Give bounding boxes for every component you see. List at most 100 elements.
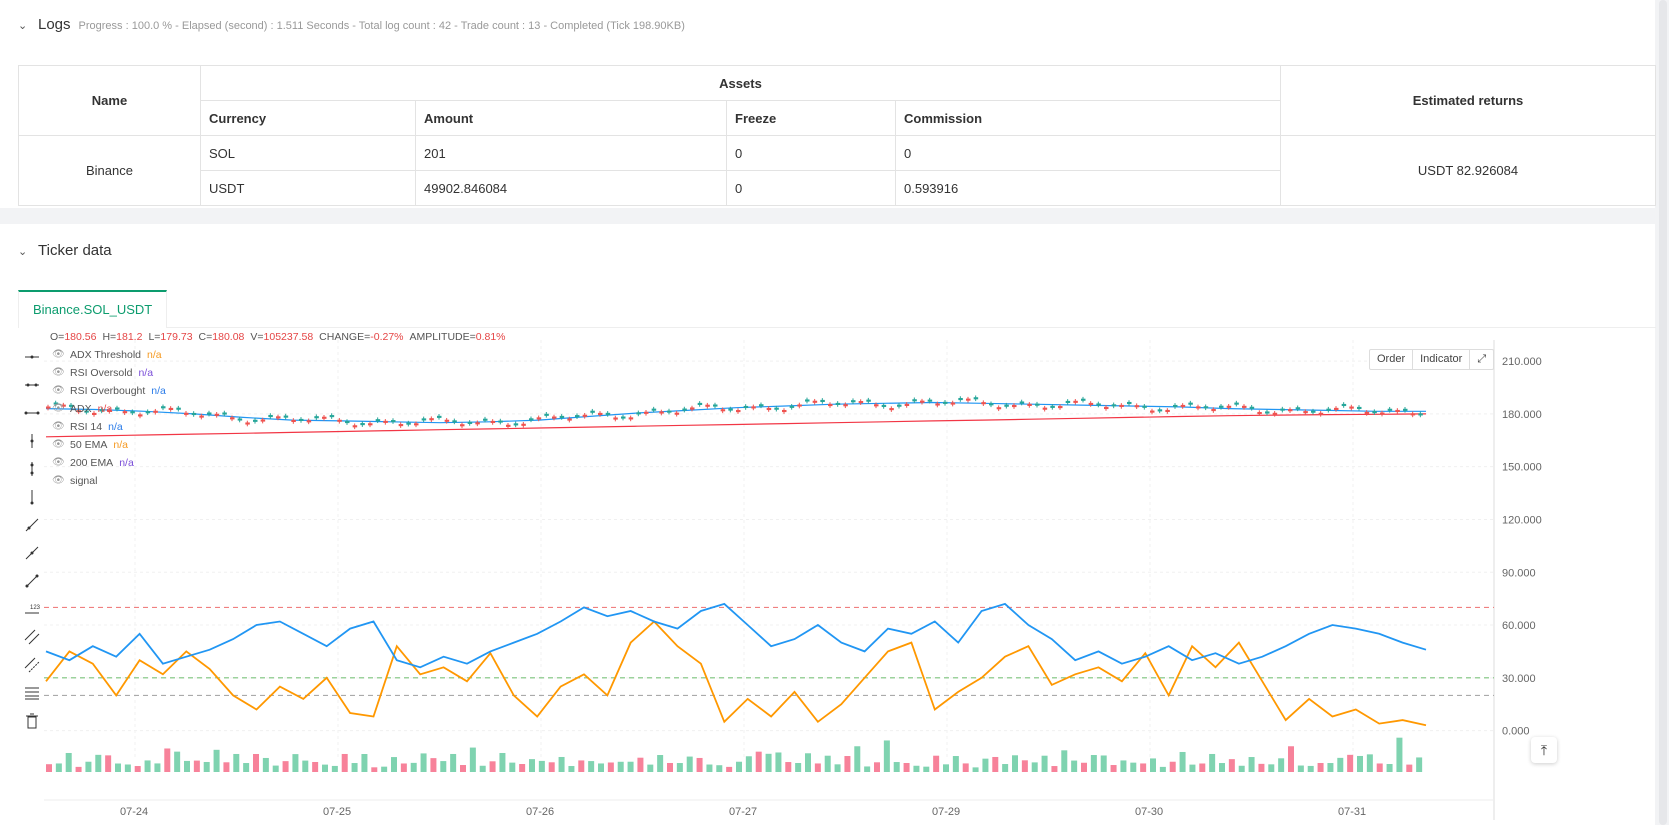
legend-rsi-oversold[interactable]: 👁 RSI Oversold n/a xyxy=(52,364,506,382)
legend-adx[interactable]: 👁 ADX n/a xyxy=(52,400,506,418)
eye-icon[interactable]: 👁 xyxy=(52,454,65,472)
volume-bar xyxy=(913,765,920,772)
x-tick-label: 07-24 xyxy=(120,806,148,818)
trash-icon[interactable] xyxy=(20,709,44,733)
eye-icon[interactable]: 👁 xyxy=(52,436,65,454)
volume-bar xyxy=(1140,763,1147,772)
volume-bar xyxy=(213,749,220,772)
volume-bar xyxy=(824,755,831,772)
table-row: Binance SOL 201 0 0 USDT 82.926084 xyxy=(18,135,1656,206)
ray-icon[interactable] xyxy=(20,541,44,565)
volume-bar xyxy=(883,740,890,772)
y-tick-label: 210.000 xyxy=(1502,356,1542,368)
candle-body xyxy=(966,398,971,401)
volume-bar xyxy=(1199,763,1206,772)
volume-bar xyxy=(420,753,427,772)
vertical-line-icon[interactable] xyxy=(20,429,44,453)
candle-body xyxy=(1357,406,1362,410)
candle-body xyxy=(621,416,626,419)
volume-bar xyxy=(75,766,82,772)
legend-50-ema[interactable]: 👁 50 EMA n/a xyxy=(52,436,506,454)
candle-body xyxy=(950,402,956,405)
sub-currency-header: Currency xyxy=(200,100,416,136)
volume-bar xyxy=(637,757,644,772)
exchange-cell: Binance xyxy=(18,135,201,206)
volume-bar xyxy=(65,752,72,772)
order-button[interactable]: Order xyxy=(1370,350,1414,369)
horizontal-line-icon[interactable] xyxy=(20,345,44,369)
eye-icon[interactable]: 👁 xyxy=(52,400,65,418)
legend-rsi-14[interactable]: 👁 RSI 14 n/a xyxy=(52,418,506,436)
candle-body xyxy=(981,402,986,405)
candle-body xyxy=(1226,405,1232,408)
arrow-up-icon: ⤒ xyxy=(1540,741,1548,758)
fib-retracement-icon[interactable] xyxy=(20,681,44,705)
logs-header[interactable]: ⌄ Logs Progress : 100.0 % - Elapsed (sec… xyxy=(18,16,685,33)
candle-body xyxy=(1050,405,1055,408)
candle-body xyxy=(1019,401,1025,404)
chevron-down-icon[interactable]: ⌄ xyxy=(18,19,30,32)
col-returns-header: Estimated returns xyxy=(1280,65,1656,136)
volume-bar xyxy=(203,761,210,772)
price-label-icon[interactable]: 123 xyxy=(20,597,44,621)
volume-bar xyxy=(1169,761,1176,772)
candle-body xyxy=(1150,410,1155,413)
eye-icon[interactable]: 👁 xyxy=(52,382,65,400)
legend-value: n/a xyxy=(97,403,113,415)
vertical-segment-icon[interactable] xyxy=(20,457,44,481)
logs-title: Logs xyxy=(38,16,71,33)
volume-bar xyxy=(144,760,151,772)
candle-body xyxy=(1173,404,1178,408)
candle-body xyxy=(843,404,848,407)
eye-icon[interactable]: 👁 xyxy=(52,418,65,436)
volume-bar xyxy=(1219,763,1225,772)
candle-body xyxy=(1004,404,1009,407)
candle-body xyxy=(1341,403,1347,407)
amount-cell: 201 xyxy=(415,135,727,171)
tab-sol-usdt[interactable]: Binance.SOL_USDT xyxy=(18,290,168,328)
scrollbar-thumb[interactable] xyxy=(1659,0,1667,825)
fullscreen-icon[interactable]: ⤢ xyxy=(1470,350,1493,369)
candle-body xyxy=(881,404,887,407)
ticker-header[interactable]: ⌄ Ticker data xyxy=(18,242,112,259)
volume-bar xyxy=(1406,764,1413,772)
candle-body xyxy=(973,397,979,400)
ticker-tabs: Binance.SOL_USDT xyxy=(18,290,1656,328)
candle-body xyxy=(1372,411,1377,414)
parallel-channel-icon[interactable] xyxy=(20,625,44,649)
indicator-button[interactable]: Indicator xyxy=(1413,350,1471,369)
candle-body xyxy=(1364,411,1370,414)
legend-adx-threshold[interactable]: 👁 ADX Threshold n/a xyxy=(52,346,506,364)
volume-bar xyxy=(341,753,348,772)
legend-rsi-overbought[interactable]: 👁 RSI Overbought n/a xyxy=(52,382,506,400)
volume-bar xyxy=(223,762,230,772)
candle-body xyxy=(1119,404,1124,407)
volume-bar xyxy=(489,761,496,772)
volume-bar xyxy=(933,755,940,772)
volume-bar xyxy=(893,762,900,772)
legend-signal[interactable]: 👁 signal xyxy=(52,472,506,490)
eye-icon[interactable]: 👁 xyxy=(52,472,65,490)
candle-body xyxy=(628,417,634,420)
eye-icon[interactable]: 👁 xyxy=(52,346,65,364)
x-tick-label: 07-31 xyxy=(1338,806,1366,818)
volume-bar xyxy=(1159,766,1166,772)
vertical-ray-icon[interactable] xyxy=(20,485,44,509)
legend-200-ema[interactable]: 👁 200 EMA n/a xyxy=(52,454,506,472)
currency-cell: SOL xyxy=(200,135,416,171)
candle-body xyxy=(613,417,618,420)
segment-icon[interactable] xyxy=(20,569,44,593)
horizontal-ray-icon[interactable] xyxy=(20,373,44,397)
candle-body xyxy=(1096,403,1101,406)
candle-body xyxy=(943,401,948,404)
trend-line-icon[interactable] xyxy=(20,513,44,537)
freeze-cell: 0 xyxy=(726,135,896,171)
disjoint-channel-icon[interactable] xyxy=(20,653,44,677)
chevron-down-icon[interactable]: ⌄ xyxy=(18,245,30,258)
scroll-to-top-button[interactable]: ⤒ xyxy=(1531,737,1557,763)
extended-line-icon[interactable] xyxy=(20,401,44,425)
eye-icon[interactable]: 👁 xyxy=(52,364,65,382)
y-tick-label: 0.000 xyxy=(1502,726,1530,738)
volume-bar xyxy=(1317,762,1324,772)
volume-bar xyxy=(716,765,723,772)
